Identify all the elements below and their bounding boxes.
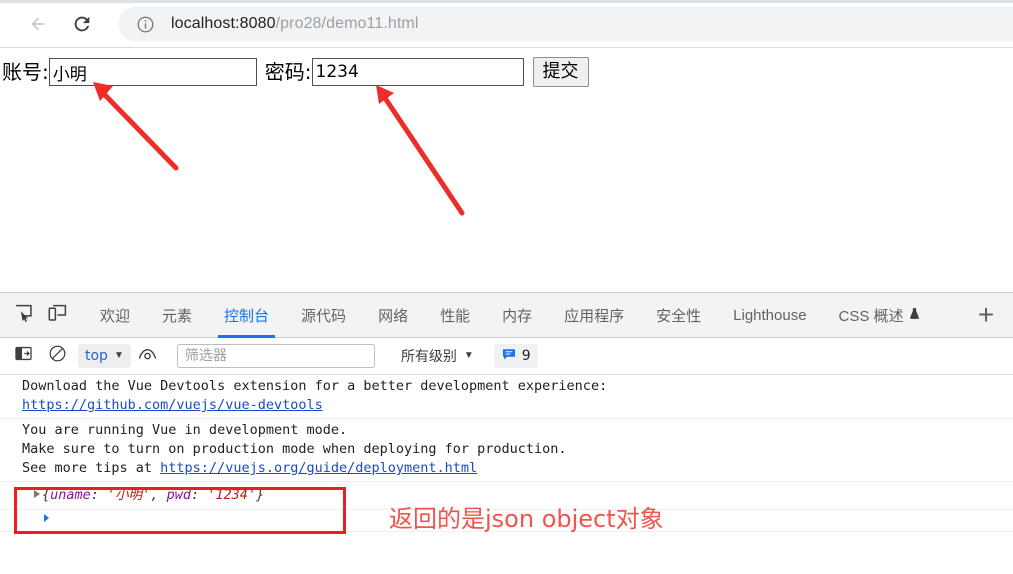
- object-value-pwd: '1234': [207, 487, 257, 503]
- submit-button[interactable]: 提交: [532, 57, 589, 87]
- address-bar[interactable]: localhost:8080/pro28/demo11.html: [118, 7, 1013, 41]
- execution-context-selector[interactable]: top ▼: [78, 344, 131, 368]
- devtools-tab-bar: 欢迎 元素 控制台 源代码 网络 性能 内存 应用程序 安全性 Lighthou…: [0, 293, 1013, 338]
- object-separator: :: [190, 487, 208, 503]
- tab-elements[interactable]: 元素: [146, 293, 208, 338]
- page-viewport: 账号: 密码: 提交: [0, 48, 1013, 292]
- live-expression-button[interactable]: [133, 341, 163, 371]
- tab-memory[interactable]: 内存: [486, 293, 548, 338]
- console-object-preview: {uname: '小明', pwd: '1234'}: [42, 487, 264, 503]
- console-message-list[interactable]: Download the Vue Devtools extension for …: [0, 375, 1013, 574]
- tab-label: Lighthouse: [733, 306, 807, 324]
- console-sidebar-toggle-button[interactable]: [8, 341, 38, 371]
- console-link-deployment-guide[interactable]: https://vuejs.org/guide/deployment.html: [160, 460, 477, 476]
- tab-label: 安全性: [656, 307, 702, 325]
- password-label: 密码:: [264, 60, 312, 84]
- console-text-line-with-link: See more tips at https://vuejs.org/guide…: [22, 459, 1013, 478]
- tab-label: CSS 概述: [838, 307, 904, 325]
- log-level-label: 所有级别: [400, 349, 457, 365]
- tab-label: 源代码: [301, 307, 347, 325]
- reload-icon: [71, 13, 93, 35]
- object-close-brace: }: [256, 487, 265, 503]
- show-sidebar-icon: [14, 344, 33, 368]
- inspect-cursor-icon: [13, 302, 34, 328]
- speech-bubble-icon: [501, 346, 517, 367]
- browser-chrome: localhost:8080/pro28/demo11.html: [0, 0, 1013, 48]
- prompt-caret-icon: [44, 514, 49, 522]
- object-comma: ,: [150, 487, 167, 503]
- address-bar-path: /pro28/demo11.html: [275, 15, 419, 32]
- tab-label: 欢迎: [100, 307, 131, 325]
- console-text-line: Download the Vue Devtools extension for …: [22, 378, 608, 394]
- username-input[interactable]: [48, 58, 257, 86]
- site-info-icon[interactable]: [136, 15, 155, 34]
- annotation-note-json-object: 返回的是json object对象: [389, 505, 664, 533]
- tab-welcome[interactable]: 欢迎: [84, 293, 146, 338]
- chevron-down-icon: ▼: [113, 350, 124, 361]
- console-text-prefix: See more tips at: [22, 460, 161, 476]
- tab-label: 应用程序: [564, 307, 625, 325]
- address-bar-host: localhost:8080: [171, 15, 276, 32]
- execution-context-label: top: [85, 348, 108, 364]
- tab-performance[interactable]: 性能: [424, 293, 486, 338]
- reload-button[interactable]: [66, 8, 98, 40]
- message-count-badge[interactable]: 9: [493, 344, 538, 368]
- object-separator: :: [90, 487, 108, 503]
- username-label: 账号:: [2, 60, 49, 84]
- tab-label: 内存: [502, 307, 533, 325]
- tab-application[interactable]: 应用程序: [548, 293, 640, 338]
- devtools-tabs: 欢迎 元素 控制台 源代码 网络 性能 内存 应用程序 安全性 Lighthou…: [84, 293, 969, 338]
- console-text-line: Make sure to turn on production mode whe…: [22, 441, 567, 457]
- tab-label: 性能: [440, 307, 471, 325]
- tab-network[interactable]: 网络: [362, 293, 424, 338]
- experiment-flask-icon: [908, 306, 921, 325]
- password-input[interactable]: [311, 58, 524, 86]
- object-open-brace: {: [42, 487, 51, 503]
- back-button[interactable]: [22, 8, 54, 40]
- back-arrow-icon: [28, 14, 48, 34]
- add-panel-button[interactable]: +: [969, 298, 1003, 332]
- login-form: 账号: 密码: 提交: [0, 57, 589, 87]
- tab-console[interactable]: 控制台: [208, 293, 285, 338]
- tab-label: 控制台: [224, 307, 270, 325]
- message-count-value: 9: [521, 348, 531, 364]
- console-toolbar: top ▼ 所有级别 ▼ 9: [0, 338, 1013, 375]
- plus-icon: +: [977, 299, 995, 330]
- clear-console-button[interactable]: [42, 341, 72, 371]
- tab-lighthouse[interactable]: Lighthouse: [717, 293, 822, 338]
- tab-sources[interactable]: 源代码: [285, 293, 362, 338]
- console-text-line: You are running Vue in development mode.: [22, 422, 348, 438]
- eye-icon: [137, 345, 158, 367]
- address-bar-url: localhost:8080/pro28/demo11.html: [171, 15, 419, 33]
- console-filter-input[interactable]: [176, 344, 375, 368]
- console-message-vue-devtools[interactable]: Download the Vue Devtools extension for …: [0, 375, 1013, 419]
- object-value-uname: '小明': [107, 487, 151, 503]
- device-toggle-icon: [47, 302, 68, 328]
- console-link-vue-devtools[interactable]: https://github.com/vuejs/vue-devtools: [22, 396, 1013, 415]
- expand-triangle-icon[interactable]: [34, 490, 40, 498]
- tab-css-overview[interactable]: CSS 概述: [823, 293, 937, 338]
- tab-strip-edge: [0, 0, 1013, 3]
- tab-label: 元素: [162, 307, 193, 325]
- chevron-down-icon: ▼: [463, 350, 474, 361]
- console-log-level-selector[interactable]: 所有级别 ▼: [397, 344, 478, 368]
- tab-security[interactable]: 安全性: [640, 293, 717, 338]
- device-toolbar-toggle-button[interactable]: [42, 300, 72, 330]
- inspect-element-button[interactable]: [8, 300, 38, 330]
- tab-label: 网络: [378, 307, 409, 325]
- console-message-vue-devmode[interactable]: You are running Vue in development mode.…: [0, 419, 1013, 482]
- object-key-pwd: pwd: [166, 487, 191, 503]
- clear-console-icon: [48, 344, 67, 368]
- object-key-uname: uname: [50, 487, 91, 503]
